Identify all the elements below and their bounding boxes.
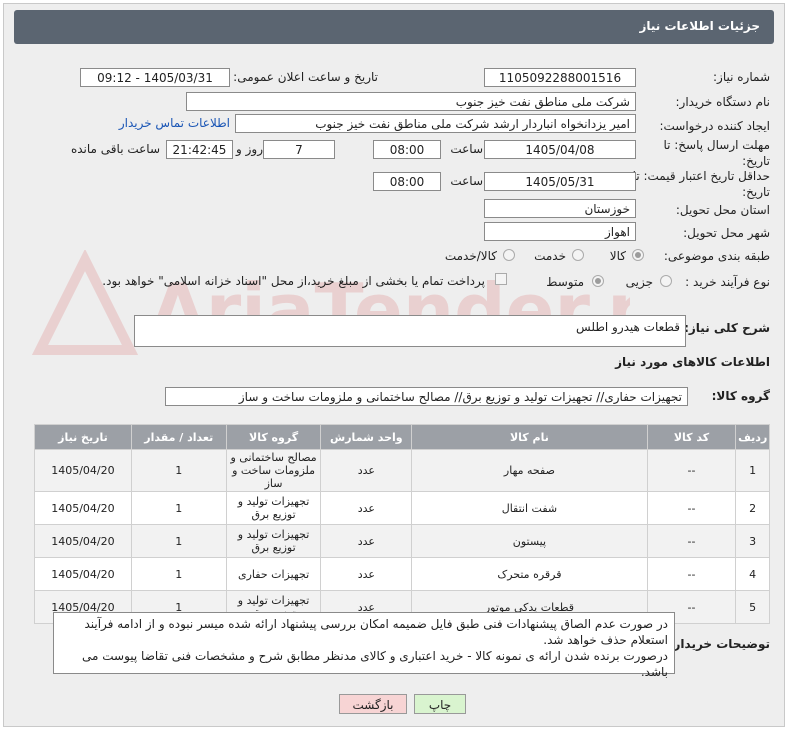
reply-time-label: ساعت: [450, 142, 483, 156]
print-button[interactable]: چاپ: [414, 694, 466, 714]
days-field: 7: [263, 140, 335, 159]
page-title: جزئیات اطلاعات نیاز: [639, 19, 760, 33]
table-row: 4 -- قرقره متحرک عدد تجهیزات حفاری 1 140…: [34, 557, 770, 591]
col-name: نام کالا: [411, 424, 648, 450]
col-row: ردیف: [735, 424, 770, 450]
cell-group: مصالح ساختمانی و ملزومات ساخت و ساز: [225, 449, 322, 492]
cell-qty: 1: [130, 557, 227, 591]
cell-code: --: [646, 524, 737, 558]
reply-date-field: 1405/04/08: [484, 140, 636, 159]
goods-group-label: گروه کالا:: [711, 389, 770, 403]
category-label: طبقه بندی موضوعی:: [663, 249, 770, 263]
cell-row: 2: [735, 491, 770, 525]
need-number-field: 1105092288001516: [484, 68, 636, 87]
goods-table-header: ردیف کد کالا نام کالا واحد شمارش گروه کا…: [34, 424, 770, 450]
goods-table: ردیف کد کالا نام کالا واحد شمارش گروه کا…: [34, 424, 770, 624]
cell-group: تجهیزات حفاری: [225, 557, 322, 591]
buyer-notes-line-1: در صورت عدم الصاق پیشنهادات فنی طبق فایل…: [84, 617, 668, 647]
back-button[interactable]: بازگشت: [339, 694, 407, 714]
col-code: کد کالا: [646, 424, 737, 450]
cell-name: پیستون: [411, 524, 648, 558]
cell-name: قرقره متحرک: [411, 557, 648, 591]
cell-date: 1405/04/20: [34, 449, 132, 492]
table-row: 1 -- صفحه مهار عدد مصالح ساختمانی و ملزو…: [34, 449, 770, 492]
cell-code: --: [646, 491, 737, 525]
price-time-label: ساعت: [450, 174, 483, 188]
category-option-goods-service: کالا/خدمت: [444, 249, 497, 263]
cell-row: 5: [735, 590, 770, 624]
table-row: 3 -- پیستون عدد تجهیزات تولید و توزیع بر…: [34, 524, 770, 558]
buyer-org-label: نام دستگاه خریدار:: [675, 95, 771, 109]
creator-field: امیر یزدانخواه انباردار ارشد شرکت ملی من…: [235, 114, 636, 133]
cell-code: --: [646, 557, 737, 591]
price-deadline-label: حداقل تاریخ اعتبار قیمت: تا تاریخ:: [632, 169, 770, 199]
cell-row: 1: [735, 449, 770, 492]
cell-group: تجهیزات تولید و توزیع برق: [225, 524, 322, 558]
goods-section-title: اطلاعات کالاهای مورد نیاز: [615, 355, 770, 369]
days-label: روز و: [236, 142, 263, 156]
treasury-payment-note: پرداخت تمام یا بخشی از مبلغ خرید،از محل …: [102, 274, 485, 288]
cell-row: 4: [735, 557, 770, 591]
remaining-label: ساعت باقی مانده: [70, 142, 160, 156]
city-label: شهر محل تحویل:: [683, 226, 770, 240]
category-radio-goods[interactable]: [632, 249, 644, 261]
cell-name: شفت انتقال: [411, 491, 648, 525]
cell-qty: 1: [130, 524, 227, 558]
buyer-notes-line-2: درصورت برنده شدن ارائه ی نمونه کالا - خر…: [81, 649, 668, 679]
process-label: نوع فرآیند خرید :: [685, 275, 770, 289]
need-number-label: شماره نیاز:: [713, 70, 770, 84]
treasury-payment-checkbox[interactable]: [495, 273, 507, 285]
cell-unit: عدد: [320, 491, 413, 525]
category-radio-goods-service[interactable]: [503, 249, 515, 261]
city-field: اهواز: [484, 222, 636, 241]
cell-unit: عدد: [320, 449, 413, 492]
cell-date: 1405/04/20: [34, 524, 132, 558]
price-time-field: 08:00: [373, 172, 441, 191]
col-qty: تعداد / مقدار: [130, 424, 227, 450]
page-header: جزئیات اطلاعات نیاز: [14, 10, 774, 44]
col-date: تاریخ نیاز: [34, 424, 132, 450]
cell-qty: 1: [130, 491, 227, 525]
process-option-medium: متوسط: [546, 275, 584, 289]
creator-label: ایجاد کننده درخواست:: [659, 119, 770, 133]
province-label: استان محل تحویل:: [675, 203, 770, 217]
province-field: خوزستان: [484, 199, 636, 218]
buyer-notes-textarea: در صورت عدم الصاق پیشنهادات فنی طبق فایل…: [53, 612, 675, 679]
announce-label: تاریخ و ساعت اعلان عمومی:: [233, 70, 378, 84]
remaining-time-field: 21:42:45: [166, 140, 233, 159]
category-option-goods: کالا: [609, 249, 626, 263]
col-group: گروه کالا: [225, 424, 322, 450]
announce-field: 1405/03/31 - 09:12: [80, 68, 230, 87]
table-row: 2 -- شفت انتقال عدد تجهیزات تولید و توزی…: [34, 491, 770, 525]
process-radio-medium[interactable]: [592, 275, 604, 287]
cell-qty: 1: [130, 449, 227, 492]
reply-time-field: 08:00: [373, 140, 441, 159]
cell-name: صفحه مهار: [411, 449, 648, 492]
cell-group: تجهیزات تولید و توزیع برق: [225, 491, 322, 525]
cell-unit: عدد: [320, 524, 413, 558]
process-option-minor: جزیی: [625, 275, 653, 289]
cell-row: 3: [735, 524, 770, 558]
price-date-field: 1405/05/31: [484, 172, 636, 191]
cell-code: --: [646, 449, 737, 492]
category-radio-service[interactable]: [572, 249, 584, 261]
contact-buyer-link[interactable]: اطلاعات تماس خریدار: [119, 116, 230, 130]
cell-date: 1405/04/20: [34, 557, 132, 591]
summary-text: قطعات هیدرو اطلس: [576, 320, 680, 334]
reply-deadline-label: مهلت ارسال پاسخ: تا تاریخ:: [663, 138, 770, 168]
buyer-notes-label: توضیحات خریدار:: [668, 637, 770, 651]
summary-textarea: قطعات هیدرو اطلس: [134, 315, 686, 347]
category-option-service: خدمت: [534, 249, 566, 263]
col-unit: واحد شمارش: [320, 424, 413, 450]
cell-unit: عدد: [320, 557, 413, 591]
cell-date: 1405/04/20: [34, 491, 132, 525]
summary-label: شرح کلی نیاز:: [684, 321, 770, 335]
goods-group-field: تجهیزات حفاری// تجهیزات تولید و توزیع بر…: [165, 387, 688, 406]
process-radio-minor[interactable]: [660, 275, 672, 287]
buyer-org-field: شرکت ملی مناطق نفت خیز جنوب: [186, 92, 636, 111]
